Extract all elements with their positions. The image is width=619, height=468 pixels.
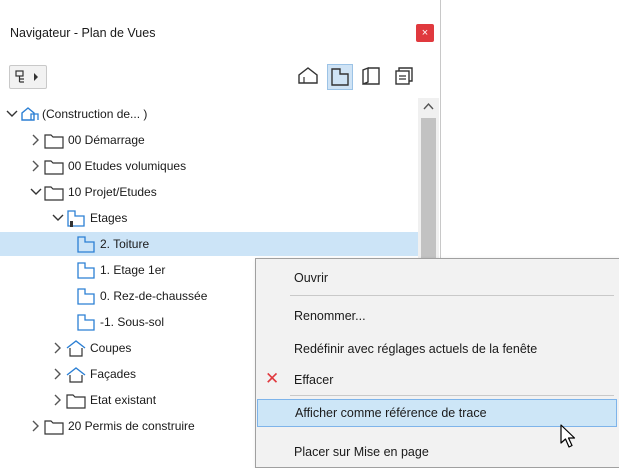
story-icon	[77, 288, 95, 305]
chevron-down-icon[interactable]	[6, 107, 18, 121]
tree-item-label: 20 Permis de construire	[68, 419, 195, 433]
navigator-toolbar	[0, 58, 440, 94]
folder-icon	[66, 394, 86, 409]
menu-item-delete[interactable]: ✕ Effacer	[256, 367, 618, 393]
chevron-right-icon[interactable]	[30, 419, 42, 433]
tree-item-label: 10 Projet/Etudes	[68, 185, 157, 199]
menu-item-open[interactable]: Ouvrir	[256, 265, 618, 291]
tree-item-selected[interactable]: 2. Toiture	[0, 232, 418, 256]
story-icon	[77, 262, 95, 279]
project-house-icon	[21, 107, 39, 121]
menu-separator	[290, 395, 614, 396]
chevron-down-icon[interactable]	[52, 211, 64, 225]
chevron-right-icon[interactable]	[52, 367, 64, 381]
tree-item-label: (Construction de... )	[42, 107, 148, 121]
tree-item[interactable]: Etages	[0, 206, 418, 230]
section-folder-icon	[66, 340, 86, 357]
tree-item-label: Etat existant	[90, 393, 157, 407]
tree-item[interactable]: 00 Etudes volumiques	[0, 154, 418, 178]
tree-item-label: 2. Toiture	[100, 237, 150, 251]
chevron-down-icon[interactable]	[30, 185, 42, 199]
menu-item-label: Placer sur Mise en page	[294, 445, 429, 459]
menu-separator	[290, 295, 614, 296]
tree-item[interactable]: 10 Projet/Etudes	[0, 180, 418, 204]
tree-item-label: 0. Rez-de-chaussée	[100, 289, 208, 303]
view-map-icon[interactable]	[327, 64, 353, 90]
mouse-cursor-icon	[560, 424, 576, 448]
chevron-right-icon[interactable]	[52, 393, 64, 407]
project-map-icon[interactable]	[296, 64, 320, 88]
story-icon	[77, 314, 95, 331]
menu-item-label: Redéfinir avec réglages actuels de la fe…	[294, 342, 538, 356]
menu-item-label: Ouvrir	[294, 271, 329, 285]
tree-root[interactable]: (Construction de... )	[0, 102, 418, 126]
story-icon	[77, 236, 95, 253]
tree-item[interactable]: 00 Démarrage	[0, 128, 418, 152]
elevation-folder-icon	[66, 367, 86, 383]
tree-structure-icon	[15, 70, 38, 83]
folder-icon	[44, 420, 64, 435]
layout-book-icon[interactable]	[359, 64, 383, 88]
tree-item-label: Coupes	[90, 341, 132, 355]
publisher-sets-icon[interactable]	[392, 64, 416, 88]
story-folder-icon	[67, 210, 85, 227]
chevron-right-icon[interactable]	[30, 133, 42, 147]
scroll-up-arrow-icon[interactable]	[423, 102, 434, 111]
menu-item-rename[interactable]: Renommer...	[256, 303, 618, 329]
chevron-right-icon[interactable]	[52, 341, 64, 355]
tree-item-label: Façades	[90, 367, 137, 381]
tree-item-label: -1. Sous-sol	[100, 315, 165, 329]
folder-icon	[44, 186, 64, 201]
tree-item-label: 00 Démarrage	[68, 133, 145, 147]
tree-item-label: 00 Etudes volumiques	[68, 159, 187, 173]
chevron-right-icon[interactable]	[30, 159, 42, 173]
folder-icon	[44, 134, 64, 149]
menu-item-show-as-trace-reference[interactable]: Afficher comme référence de trace	[257, 399, 617, 427]
tree-item-label: 1. Etage 1er	[100, 263, 166, 277]
title-bar: Navigateur - Plan de Vues ×	[0, 0, 440, 54]
close-button[interactable]: ×	[416, 24, 434, 42]
panel-title: Navigateur - Plan de Vues	[10, 26, 156, 40]
menu-item-label: Effacer	[294, 373, 334, 387]
menu-item-label: Afficher comme référence de trace	[295, 406, 487, 420]
tree-item-label: Etages	[90, 211, 128, 225]
folder-icon	[44, 160, 64, 175]
menu-item-redefine[interactable]: Redéfinir avec réglages actuels de la fe…	[256, 336, 618, 362]
delete-x-icon: ✕	[265, 369, 280, 388]
tree-menu-button[interactable]	[9, 65, 47, 89]
menu-item-label: Renommer...	[294, 309, 366, 323]
